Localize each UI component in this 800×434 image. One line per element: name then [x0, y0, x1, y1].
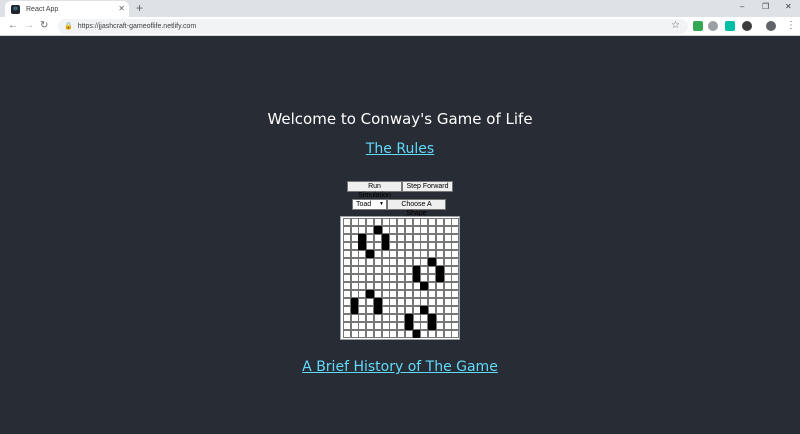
grid-cell[interactable]: [451, 282, 460, 290]
tab-title: React App: [26, 5, 59, 13]
minimize-icon[interactable]: –: [740, 2, 744, 12]
grid-cell[interactable]: [451, 330, 460, 338]
page-title: Welcome to Conway's Game of Life: [267, 110, 533, 128]
step-forward-button[interactable]: Step Forward: [402, 181, 453, 192]
lock-icon: 🔒: [64, 23, 73, 30]
choose-shape-button[interactable]: Choose A Shape: [387, 199, 446, 217]
close-tab-icon[interactable]: ✕: [118, 5, 125, 13]
grid-cell[interactable]: [451, 234, 460, 242]
tab-strip: ⚛ React App ✕ + – ❐ ✕: [0, 0, 800, 17]
restore-icon[interactable]: ❐: [762, 2, 769, 12]
react-favicon-icon: ⚛: [11, 4, 20, 14]
address-bar[interactable]: 🔒 https://jjashcraft-gameoflife.netlify.…: [58, 19, 688, 34]
menu-dots-icon[interactable]: ⋮: [786, 20, 796, 32]
run-simulation-button[interactable]: Run Simulation: [347, 181, 402, 199]
grid-cell[interactable]: [451, 242, 460, 250]
grid-cell[interactable]: [451, 290, 460, 298]
grid-cell[interactable]: [451, 226, 460, 234]
game-board: [340, 216, 460, 340]
extension-icon-teal[interactable]: [725, 21, 735, 31]
browser-chrome: ⚛ React App ✕ + – ❐ ✕ ← → ↻ 🔒 https://jj…: [0, 0, 800, 36]
grid-cell[interactable]: [451, 306, 460, 314]
grid-cell[interactable]: [451, 250, 460, 258]
browser-toolbar: ← → ↻ 🔒 https://jjashcraft-gameoflife.ne…: [0, 17, 800, 36]
chevron-down-icon: ▼: [379, 201, 384, 207]
rules-link[interactable]: The Rules: [366, 141, 434, 157]
shape-select-value: Toad: [356, 201, 372, 208]
new-tab-button[interactable]: +: [136, 2, 143, 14]
extension-icon-green[interactable]: [693, 21, 703, 31]
grid-cell[interactable]: [451, 298, 460, 306]
reload-icon[interactable]: ↻: [40, 20, 48, 32]
browser-tab[interactable]: ⚛ React App ✕: [5, 1, 129, 17]
url-text: https://jjashcraft-gameoflife.netlify.co…: [77, 23, 197, 30]
grid-cell[interactable]: [451, 266, 460, 274]
simulation-controls: Run Simulation Step Forward: [347, 181, 455, 199]
shape-controls: Toad ▼ Choose A Shape: [352, 199, 450, 217]
rules-link-container: The Rules: [0, 140, 800, 158]
shape-select[interactable]: Toad ▼: [352, 199, 387, 210]
extension-icon-dark[interactable]: [742, 21, 752, 31]
cell-grid: [343, 218, 460, 338]
close-window-icon[interactable]: ✕: [785, 2, 792, 12]
grid-cell[interactable]: [451, 218, 460, 226]
grid-cell[interactable]: [451, 258, 460, 266]
grid-cell[interactable]: [451, 322, 460, 330]
grid-cell[interactable]: [451, 274, 460, 282]
bookmark-star-icon[interactable]: ☆: [671, 20, 680, 32]
app-page: Welcome to Conway's Game of Life The Rul…: [0, 36, 800, 434]
grid-cell[interactable]: [451, 314, 460, 322]
back-icon[interactable]: ←: [8, 20, 18, 32]
forward-icon[interactable]: →: [24, 20, 34, 32]
profile-avatar[interactable]: [766, 21, 776, 31]
history-link[interactable]: A Brief History of The Game: [302, 359, 498, 375]
history-link-container: A Brief History of The Game: [0, 358, 800, 376]
extension-icon-grey[interactable]: [708, 21, 718, 31]
